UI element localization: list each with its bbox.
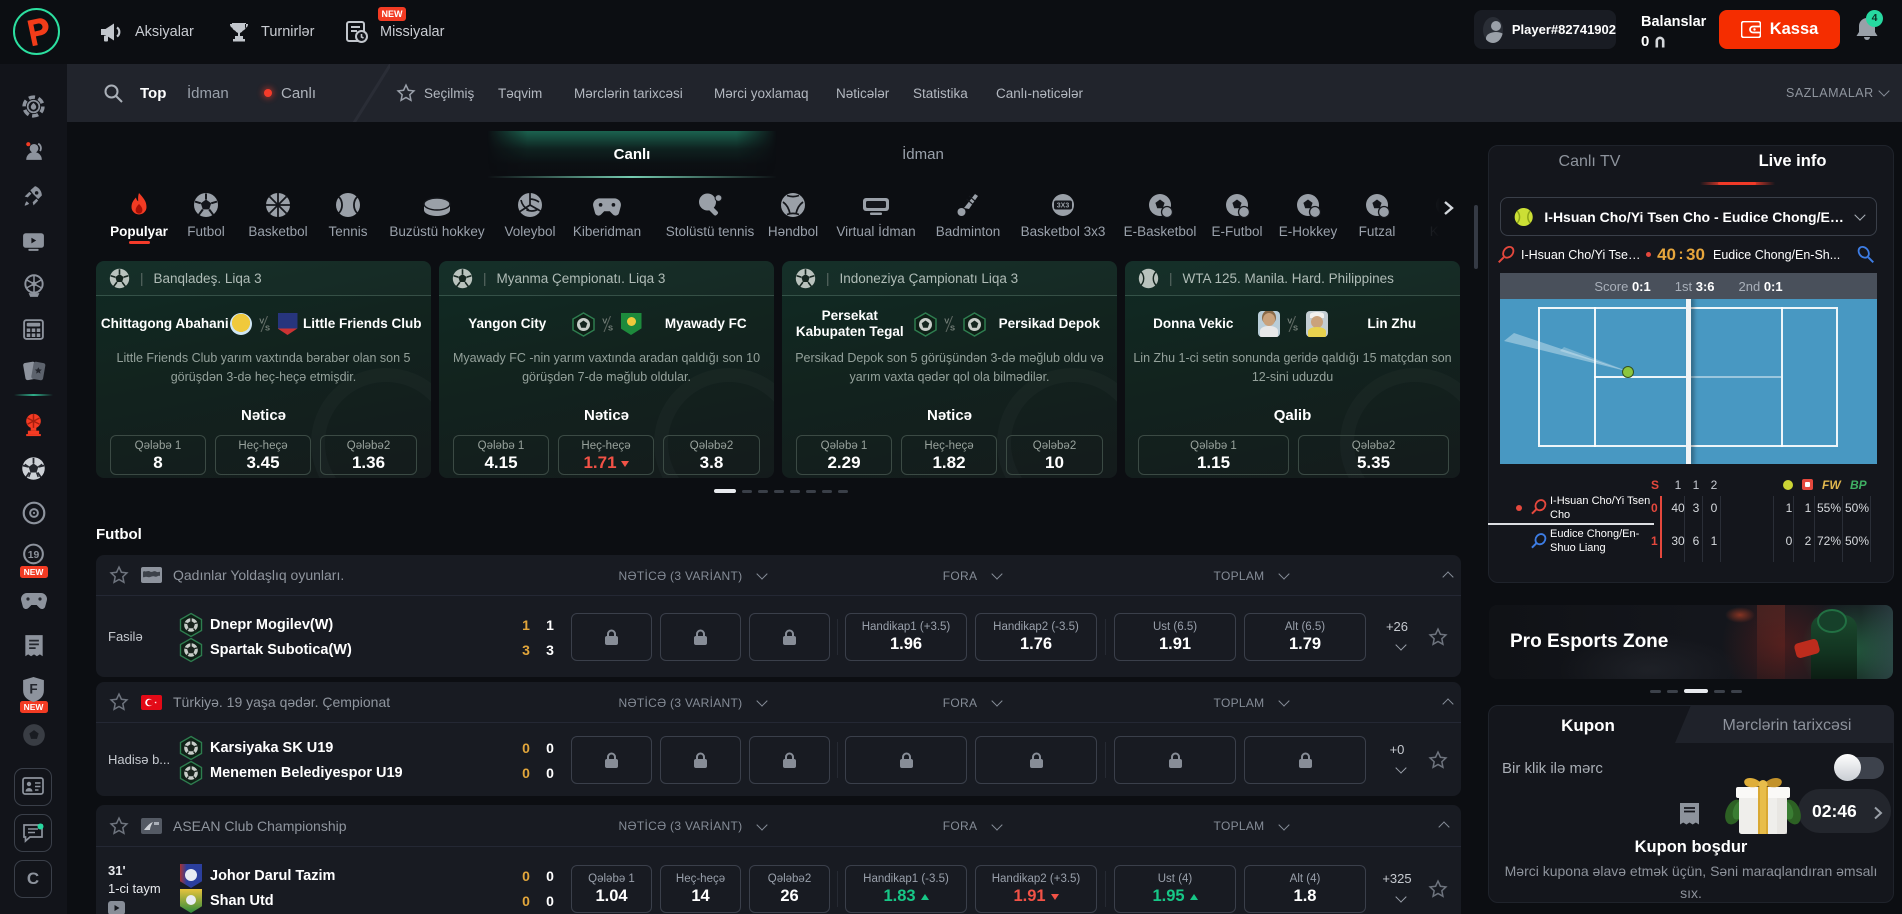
svg-text:V: V <box>1287 317 1292 326</box>
svg-text:3X3: 3X3 <box>1057 203 1070 210</box>
svg-text:F: F <box>29 682 37 697</box>
svg-text:V: V <box>602 317 607 326</box>
svg-text:S: S <box>265 324 270 333</box>
svg-text:S: S <box>608 324 613 333</box>
svg-text:19: 19 <box>28 550 40 561</box>
svg-text:S: S <box>950 324 955 333</box>
svg-text:S: S <box>1293 324 1298 333</box>
svg-text:V: V <box>944 317 949 326</box>
svg-text:V: V <box>259 317 264 326</box>
